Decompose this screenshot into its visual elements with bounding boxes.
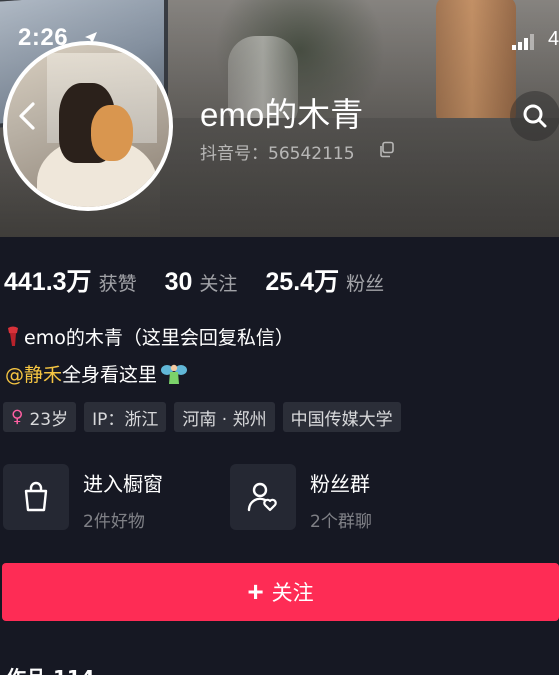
- shopping-bag-icon: [24, 481, 48, 512]
- entry-icon-box: [230, 464, 296, 530]
- showcase-entry[interactable]: 进入橱窗 2件好物: [3, 464, 163, 532]
- status-right-clipped: 4: [548, 28, 559, 50]
- stat-value: 30: [164, 268, 193, 296]
- bio-text: 全身看这里: [62, 364, 158, 386]
- entry-subtitle: 2件好物: [83, 512, 145, 532]
- stat-likes[interactable]: 441.3万 获赞: [4, 262, 137, 298]
- nickname: emo的木青: [200, 96, 364, 133]
- entry-icon-box: [3, 464, 69, 530]
- entry-title: 进入橱窗: [83, 472, 163, 496]
- female-icon: ♀: [11, 407, 24, 427]
- bio-line-2: @静禾 全身看这里: [5, 360, 190, 387]
- profile-stats: 441.3万 获赞 30 关注 25.4万 粉丝: [4, 262, 412, 298]
- back-icon[interactable]: [8, 96, 48, 136]
- mention-link[interactable]: @静禾: [5, 360, 62, 387]
- stat-label: 关注: [199, 273, 238, 295]
- entry-subtitle: 2个群聊: [310, 512, 372, 532]
- tab-works[interactable]: 作品 114: [6, 662, 95, 675]
- tag-location[interactable]: 河南 · 郑州: [174, 402, 275, 432]
- search-button[interactable]: [510, 91, 559, 141]
- follow-button[interactable]: + 关注: [2, 563, 559, 621]
- plus-icon: +: [247, 576, 264, 607]
- stat-label: 获赞: [98, 273, 137, 295]
- search-icon: [523, 104, 547, 128]
- fan-group-icon: [247, 482, 277, 512]
- profile-header-background: 2:26 4 emo的木青 抖音号：56542115: [0, 0, 559, 237]
- bio-line-1: emo的木青（这里会回复私信）: [5, 323, 294, 350]
- bio-text: emo的木青（这里会回复私信）: [24, 327, 294, 349]
- tag-ip: IP：浙江: [84, 402, 167, 432]
- follow-label: 关注: [271, 581, 314, 605]
- stat-label: 粉丝: [346, 273, 385, 295]
- tag-age: ♀ 23岁: [3, 402, 77, 432]
- stat-following[interactable]: 30 关注: [165, 268, 238, 297]
- douyin-id: 抖音号：56542115: [200, 144, 355, 164]
- signal-icon: [512, 34, 534, 50]
- stat-value: 441.3万: [4, 268, 92, 296]
- fan-group-entry[interactable]: 粉丝群 2个群聊: [230, 464, 372, 532]
- copy-icon[interactable]: [378, 141, 395, 158]
- stat-value: 25.4万: [265, 268, 340, 296]
- scarf-icon: [8, 326, 18, 346]
- profile-tags: ♀ 23岁 IP：浙江 河南 · 郑州 中国传媒大学: [3, 402, 401, 432]
- stat-followers[interactable]: 25.4万 粉丝: [265, 262, 384, 298]
- fairy-icon: [161, 364, 188, 384]
- tag-school[interactable]: 中国传媒大学: [282, 402, 401, 432]
- entry-title: 粉丝群: [310, 472, 370, 496]
